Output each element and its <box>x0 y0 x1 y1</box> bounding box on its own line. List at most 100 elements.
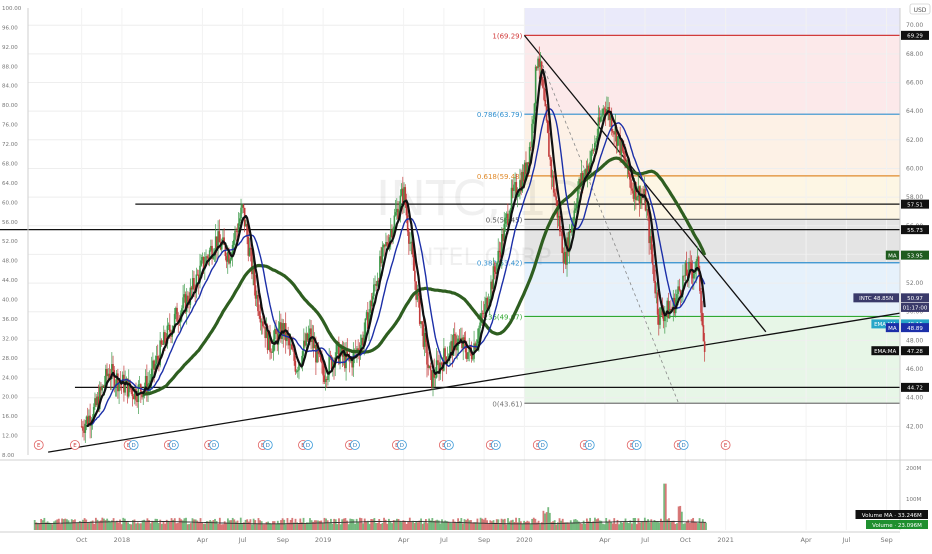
right-tick-label: 62.00 <box>906 137 923 144</box>
volume-bar <box>463 519 466 530</box>
candle-body <box>517 193 520 197</box>
volume-bar <box>423 522 426 530</box>
volume-bar <box>88 522 91 530</box>
volume-bar <box>135 523 138 530</box>
volume-bar <box>685 521 688 530</box>
candle-body <box>421 321 423 325</box>
volume-bar <box>396 518 398 530</box>
volume-bar <box>378 519 381 530</box>
left-tick-label: 48.00 <box>2 259 18 265</box>
candle-body <box>200 260 202 266</box>
candle-body <box>543 87 545 100</box>
candle-body <box>533 103 536 120</box>
candle-body <box>386 242 388 246</box>
volume-bar <box>611 523 614 530</box>
candle-body <box>394 212 397 216</box>
volume-bar <box>297 523 300 530</box>
volume-bar <box>313 520 316 530</box>
volume-bar <box>425 519 427 530</box>
candle-body <box>156 356 159 360</box>
candle-body <box>327 375 329 380</box>
volume-bar <box>323 517 326 530</box>
badge-value-text: 53.95 <box>907 253 923 259</box>
volume-bar <box>244 519 247 530</box>
volume-bar <box>505 524 508 530</box>
volume-bar <box>123 518 126 530</box>
volume-bar <box>447 521 450 530</box>
volume-bar <box>582 520 585 530</box>
candle-body <box>630 179 632 189</box>
volume-bar <box>511 519 514 530</box>
volume-bar <box>82 519 84 530</box>
candle-body <box>594 142 596 151</box>
earnings-marker-label: E <box>73 443 77 449</box>
volume-bar <box>668 518 670 530</box>
volume-bar <box>387 518 390 530</box>
time-tick-label: Sep <box>880 536 892 544</box>
time-tick-label: Apr <box>800 536 812 544</box>
currency-badge[interactable]: USD <box>909 3 931 15</box>
candle-body <box>685 263 688 276</box>
candle-body <box>498 250 501 253</box>
left-tick-label: 92.00 <box>2 45 18 51</box>
volume-bar <box>375 523 377 530</box>
candle-body <box>412 254 415 271</box>
volume-bar <box>478 522 480 530</box>
volume-bar <box>276 520 279 530</box>
candle-body <box>636 197 638 201</box>
volume-bar <box>692 517 695 530</box>
volume-bar <box>119 519 121 530</box>
candle-body <box>160 340 163 345</box>
price-chart[interactable]: INTC, 1D INTEL CORP 1(69.29)0.786(63.79)… <box>0 0 932 550</box>
volume-bar <box>648 522 651 530</box>
volume-bar <box>484 517 487 530</box>
volume-bar <box>643 517 646 530</box>
left-tick-label: 76.00 <box>2 123 18 129</box>
volume-bar <box>495 519 498 530</box>
volume-bar <box>325 518 327 530</box>
candle-body <box>232 239 235 245</box>
volume-bar <box>164 523 167 530</box>
candle-body <box>240 207 242 219</box>
candle-body <box>405 205 408 216</box>
time-tick-label: 2020 <box>516 536 533 544</box>
volume-bar <box>526 520 529 530</box>
volume-legend-text: Volume MA · 33.246M <box>862 513 922 519</box>
candle-body <box>603 108 606 110</box>
volume-bar <box>613 518 616 530</box>
volume-bar <box>57 518 60 530</box>
volume-bar <box>658 522 661 530</box>
candle-body <box>295 371 298 373</box>
volume-bar <box>370 519 373 530</box>
volume-bar <box>299 518 302 530</box>
volume-bar <box>545 512 548 530</box>
volume-bar <box>326 520 329 530</box>
candle-body <box>112 364 114 371</box>
price-badge: 44.72 <box>901 382 929 392</box>
volume-bar <box>603 524 606 530</box>
volume-bar <box>528 521 530 530</box>
left-tick-label: 28.00 <box>2 356 18 362</box>
volume-bar <box>666 519 669 530</box>
time-tick-label: 2018 <box>114 536 131 544</box>
volume-bar <box>626 522 629 530</box>
candle-body <box>558 215 561 232</box>
fib-label: 0.618(59.48) <box>477 173 523 181</box>
volume-bar <box>595 519 598 530</box>
volume-bar <box>185 517 187 530</box>
volume-bar <box>122 517 125 530</box>
candle-body <box>689 261 691 263</box>
volume-bar <box>618 524 620 530</box>
volume-bar <box>349 518 352 530</box>
left-tick-label: 24.00 <box>2 375 18 381</box>
volume-bar <box>576 520 579 530</box>
volume-bar <box>140 523 142 530</box>
left-tick-label: 56.00 <box>2 220 18 226</box>
candle-body <box>700 290 702 313</box>
volume-bar <box>703 522 706 530</box>
volume-bar <box>252 518 255 530</box>
volume-bar <box>246 519 249 530</box>
candle-body <box>664 315 666 322</box>
fib-label: 0(43.61) <box>492 400 522 408</box>
volume-bar <box>579 523 582 530</box>
